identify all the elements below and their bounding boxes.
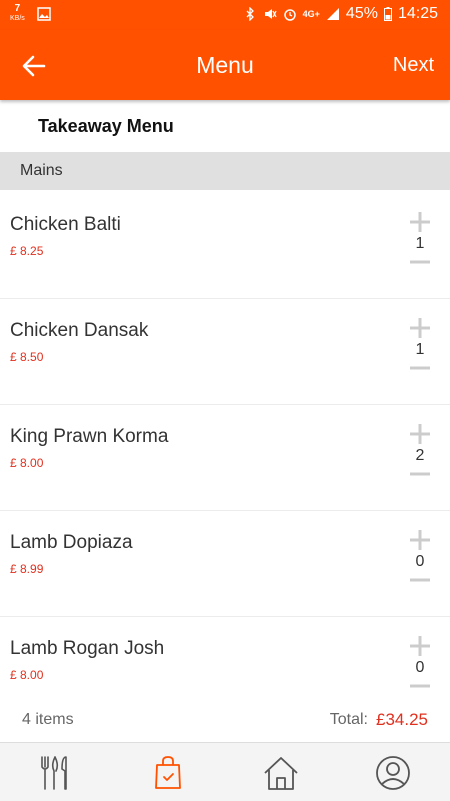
minus-icon[interactable] bbox=[408, 470, 432, 478]
alarm-icon bbox=[283, 9, 296, 21]
plus-icon[interactable] bbox=[408, 422, 432, 446]
bluetooth-icon bbox=[246, 7, 254, 21]
item-quantity: 0 bbox=[415, 553, 425, 570]
item-price: £ 8.00 bbox=[10, 456, 44, 470]
total-label: Total: bbox=[329, 711, 368, 728]
total-value: £34.25 bbox=[376, 710, 428, 729]
item-quantity: 1 bbox=[415, 341, 425, 358]
item-price: £ 8.99 bbox=[10, 562, 44, 576]
battery-percent: 45% bbox=[345, 5, 378, 22]
plus-icon[interactable] bbox=[408, 528, 432, 552]
item-price: £ 8.25 bbox=[10, 244, 44, 258]
network-type: 4G+ bbox=[302, 9, 320, 19]
item-quantity: 1 bbox=[415, 235, 425, 252]
next-button[interactable]: Next bbox=[393, 54, 434, 77]
menu-title: Takeaway Menu bbox=[38, 116, 174, 136]
home-icon[interactable] bbox=[261, 753, 301, 793]
item-price: £ 8.00 bbox=[10, 668, 44, 682]
mute-icon bbox=[264, 9, 277, 19]
page-title: Menu bbox=[196, 52, 254, 78]
item-name: Chicken Dansak bbox=[10, 320, 149, 341]
shopping-bag-icon[interactable] bbox=[148, 753, 188, 793]
minus-icon[interactable] bbox=[408, 364, 432, 372]
item-name: King Prawn Korma bbox=[10, 426, 169, 447]
item-name: Lamb Dopiaza bbox=[10, 532, 133, 553]
items-count: 4 items bbox=[22, 711, 74, 728]
status-bar: 7 KB/s 4G+ 45% 14:25 bbox=[0, 0, 450, 30]
menu-item: Lamb Dopiaza £ 8.99 0 bbox=[0, 510, 450, 617]
plus-icon[interactable] bbox=[408, 210, 432, 234]
bottom-nav bbox=[0, 742, 450, 801]
section-header: Mains bbox=[0, 152, 450, 190]
plus-icon[interactable] bbox=[408, 316, 432, 340]
image-icon bbox=[37, 7, 51, 21]
utensils-icon[interactable] bbox=[36, 753, 76, 793]
plus-icon[interactable] bbox=[408, 634, 432, 658]
minus-icon[interactable] bbox=[408, 258, 432, 266]
item-name: Chicken Balti bbox=[10, 214, 121, 235]
menu-item: Chicken Dansak £ 8.50 1 bbox=[0, 298, 450, 405]
app-bar: Menu Next bbox=[0, 30, 450, 100]
item-name: Lamb Rogan Josh bbox=[10, 638, 165, 659]
section-label: Mains bbox=[20, 162, 63, 179]
profile-icon[interactable] bbox=[373, 753, 413, 793]
net-speed: 7 KB/s bbox=[10, 3, 25, 23]
minus-icon[interactable] bbox=[408, 576, 432, 584]
item-quantity: 2 bbox=[415, 447, 425, 464]
menu-item: King Prawn Korma £ 8.00 2 bbox=[0, 404, 450, 511]
menu-item: Chicken Balti £ 8.25 1 bbox=[0, 192, 450, 299]
minus-icon[interactable] bbox=[408, 682, 432, 690]
clock: 14:25 bbox=[397, 5, 438, 22]
signal-icon bbox=[326, 8, 339, 20]
item-price: £ 8.50 bbox=[10, 350, 44, 364]
battery-icon bbox=[383, 7, 392, 21]
item-quantity: 0 bbox=[415, 659, 425, 676]
order-summary: 4 items Total: £34.25 bbox=[0, 700, 450, 742]
